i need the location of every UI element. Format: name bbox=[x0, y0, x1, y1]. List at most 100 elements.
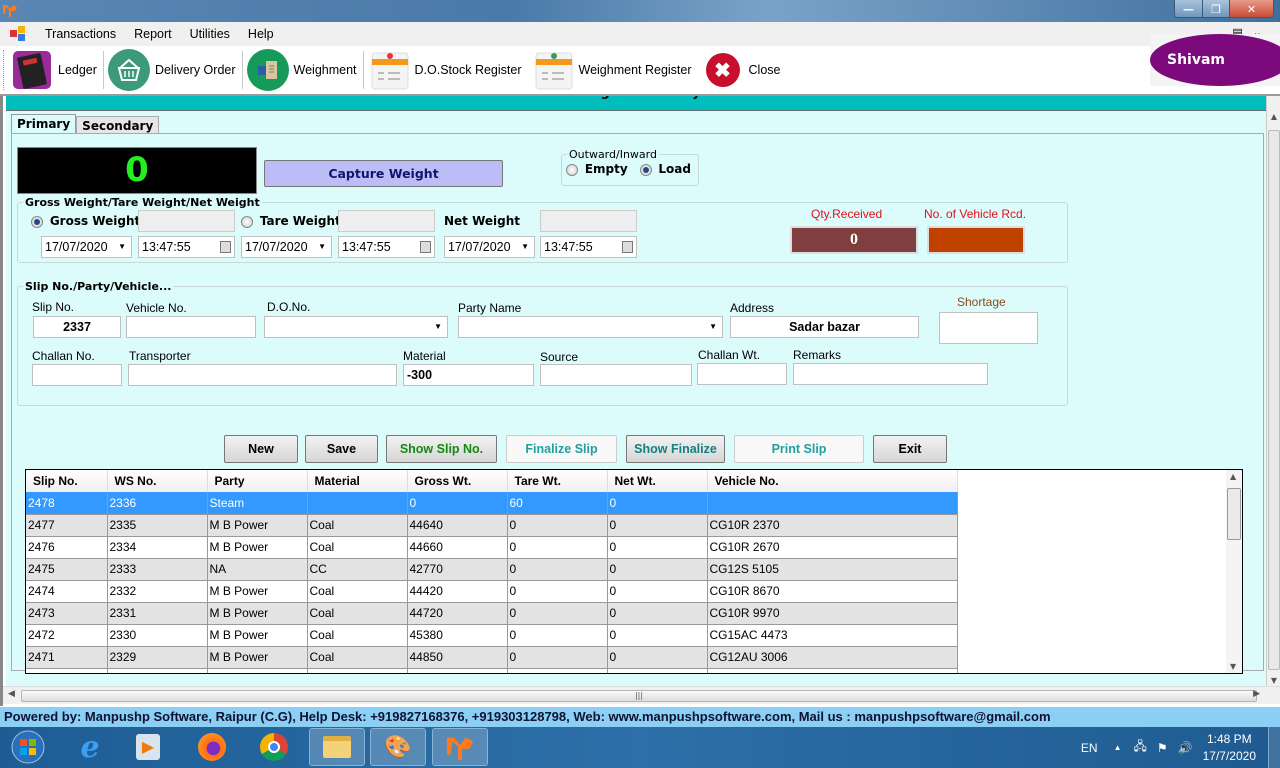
vehicle-count-value bbox=[927, 226, 1025, 254]
scroll-up-icon[interactable]: ▲ bbox=[1267, 110, 1280, 124]
grid-column-header[interactable]: Vehicle No. bbox=[707, 470, 958, 492]
taskbar-file-explorer[interactable] bbox=[309, 728, 365, 766]
table-row[interactable]: 2475 2333 NA CC 42770 0 0 CG12S 5105 bbox=[26, 558, 958, 581]
close-button[interactable]: ✖ Close bbox=[698, 46, 787, 94]
menu-utilities[interactable]: Utilities bbox=[181, 27, 239, 41]
ledger-button[interactable]: Ledger bbox=[7, 46, 103, 94]
calendar-icon bbox=[420, 241, 431, 253]
grid-column-header[interactable]: Gross Wt. bbox=[407, 470, 508, 492]
grid-column-header[interactable]: Slip No. bbox=[26, 470, 108, 492]
table-row[interactable]: 2478 2336 Steam 0 60 0 bbox=[26, 492, 958, 515]
tare-weight-option[interactable]: Tare Weight bbox=[241, 214, 341, 228]
tare-weight-radio[interactable] bbox=[241, 215, 253, 228]
exit-button[interactable]: Exit bbox=[873, 435, 947, 463]
table-row[interactable]: 2476 2334 M B Power Coal 44660 0 0 CG10R 2670 bbox=[26, 536, 958, 559]
taskbar-chrome[interactable] bbox=[246, 728, 302, 766]
challan-no-input[interactable] bbox=[32, 364, 122, 386]
form-horizontal-scrollbar[interactable]: ◀ ||| ▶ bbox=[3, 686, 1280, 704]
action-center-flag-icon[interactable]: ⚑ bbox=[1157, 741, 1168, 755]
menu-transactions[interactable]: Transactions bbox=[36, 27, 125, 41]
network-icon[interactable]: 🖧 bbox=[1134, 737, 1147, 758]
taskbar-media-player[interactable]: ▶ bbox=[120, 728, 176, 766]
form-scroll-thumb[interactable] bbox=[1268, 130, 1280, 670]
transporter-input[interactable] bbox=[128, 364, 397, 386]
show-hidden-icons-icon[interactable]: ▲ bbox=[1114, 743, 1122, 752]
language-indicator[interactable]: EN bbox=[1081, 741, 1098, 755]
weighment-register-button[interactable]: Weighment Register bbox=[528, 46, 698, 94]
new-button[interactable]: New bbox=[224, 435, 298, 463]
grid-column-header[interactable]: Tare Wt. bbox=[507, 470, 608, 492]
grid-column-header[interactable]: Party bbox=[207, 470, 308, 492]
material-input[interactable]: -300 bbox=[403, 364, 534, 386]
tab-primary[interactable]: Primary bbox=[11, 114, 77, 135]
scroll-right-icon[interactable]: ▶ bbox=[1253, 689, 1260, 699]
slip-no-input[interactable]: 2337 bbox=[33, 316, 121, 338]
scroll-left-icon[interactable]: ◀ bbox=[8, 689, 15, 699]
qty-received-value: 0 bbox=[790, 226, 918, 254]
start-button[interactable] bbox=[0, 728, 56, 766]
net-time-picker[interactable]: 13:47:55 bbox=[540, 236, 637, 258]
remarks-input[interactable] bbox=[793, 363, 988, 385]
table-row[interactable]: 2473 2331 M B Power Coal 44720 0 0 CG10R 9970 bbox=[26, 602, 958, 625]
tare-weight-input[interactable] bbox=[338, 210, 435, 232]
tab-secondary[interactable]: Secondary bbox=[76, 116, 160, 134]
empty-radio[interactable] bbox=[566, 163, 578, 176]
minimize-button[interactable]: — bbox=[1175, 0, 1202, 17]
mdi-system-menu-icon[interactable] bbox=[10, 26, 28, 42]
close-window-button[interactable]: ✕ bbox=[1229, 0, 1273, 17]
delivery-order-button[interactable]: Delivery Order bbox=[104, 46, 242, 94]
clock[interactable]: 1:48 PM 17/7/2020 bbox=[1203, 731, 1256, 765]
gross-date-picker[interactable]: 17/07/2020 ▼ bbox=[41, 236, 132, 258]
party-name-dropdown[interactable]: ▼ bbox=[458, 316, 723, 338]
table-row[interactable]: 2471 2329 M B Power Coal 44850 0 0 CG12AU 3006 bbox=[26, 646, 958, 669]
gross-weight-option[interactable]: Gross Weight bbox=[31, 214, 140, 228]
table-cell: 0 bbox=[507, 624, 608, 647]
tare-date-picker[interactable]: 17/07/2020 ▼ bbox=[241, 236, 332, 258]
finalize-slip-button[interactable]: Finalize Slip bbox=[506, 435, 617, 463]
restore-button[interactable]: ❐ bbox=[1202, 0, 1229, 17]
taskbar-firefox[interactable] bbox=[184, 728, 240, 766]
taskbar-manpushp-app[interactable] bbox=[432, 728, 488, 766]
user-badge: Shivam bbox=[1150, 34, 1280, 86]
gross-weight-radio[interactable] bbox=[31, 215, 43, 228]
gross-weight-input[interactable] bbox=[138, 210, 235, 232]
menu-help[interactable]: Help bbox=[239, 27, 283, 41]
table-row[interactable]: 2477 2335 M B Power Coal 44640 0 0 CG10R 2370 bbox=[26, 514, 958, 537]
grid-scroll-thumb[interactable] bbox=[1227, 488, 1241, 540]
form-hscroll-thumb[interactable]: ||| bbox=[21, 690, 1257, 702]
taskbar-paint[interactable]: 🎨 bbox=[370, 728, 426, 766]
scroll-down-icon[interactable]: ▼ bbox=[1230, 662, 1236, 671]
load-radio[interactable] bbox=[639, 163, 652, 176]
grid-vertical-scrollbar[interactable]: ▲ ▼ bbox=[1226, 470, 1242, 673]
scroll-up-icon[interactable]: ▲ bbox=[1230, 472, 1236, 481]
net-date-picker[interactable]: 17/07/2020 ▼ bbox=[444, 236, 535, 258]
address-input[interactable]: Sadar bazar bbox=[730, 316, 919, 338]
table-row[interactable]: 2472 2330 M B Power Coal 45380 0 0 CG15AC 4473 bbox=[26, 624, 958, 647]
weighment-grid: Slip No. WS No. Party Material Gross Wt. Tare… bbox=[25, 469, 1243, 674]
net-weight-input[interactable] bbox=[540, 210, 637, 232]
do-no-dropdown[interactable]: ▼ bbox=[264, 316, 448, 338]
challan-wt-input[interactable] bbox=[697, 363, 787, 385]
shortage-input[interactable] bbox=[939, 312, 1038, 344]
grid-column-header[interactable]: WS No. bbox=[107, 470, 208, 492]
taskbar-internet-explorer[interactable]: e bbox=[62, 728, 118, 766]
grid-column-header[interactable]: Net Wt. bbox=[607, 470, 708, 492]
volume-icon[interactable]: 🔊 bbox=[1178, 741, 1193, 755]
menu-report[interactable]: Report bbox=[125, 27, 181, 41]
capture-weight-button[interactable]: Capture Weight bbox=[264, 160, 503, 187]
source-input[interactable] bbox=[540, 364, 692, 386]
weighment-button[interactable]: Weighment bbox=[243, 46, 363, 94]
grid-column-header[interactable]: Material bbox=[307, 470, 408, 492]
save-button[interactable]: Save bbox=[305, 435, 378, 463]
table-row[interactable]: 2474 2332 M B Power Coal 44420 0 0 CG10R 8670 bbox=[26, 580, 958, 603]
print-slip-button[interactable]: Print Slip bbox=[734, 435, 864, 463]
show-finalize-button[interactable]: Show Finalize bbox=[626, 435, 725, 463]
show-desktop-button[interactable] bbox=[1268, 727, 1280, 768]
tare-time-picker[interactable]: 13:47:55 bbox=[338, 236, 435, 258]
gross-time-picker[interactable]: 13:47:55 bbox=[138, 236, 235, 258]
form-vertical-scrollbar[interactable]: ▲ ▼ bbox=[1266, 96, 1280, 688]
table-cell bbox=[107, 668, 208, 673]
vehicle-no-input[interactable] bbox=[126, 316, 256, 338]
do-stock-register-button[interactable]: D.O.Stock Register bbox=[364, 46, 528, 94]
show-slip-button[interactable]: Show Slip No. bbox=[386, 435, 497, 463]
